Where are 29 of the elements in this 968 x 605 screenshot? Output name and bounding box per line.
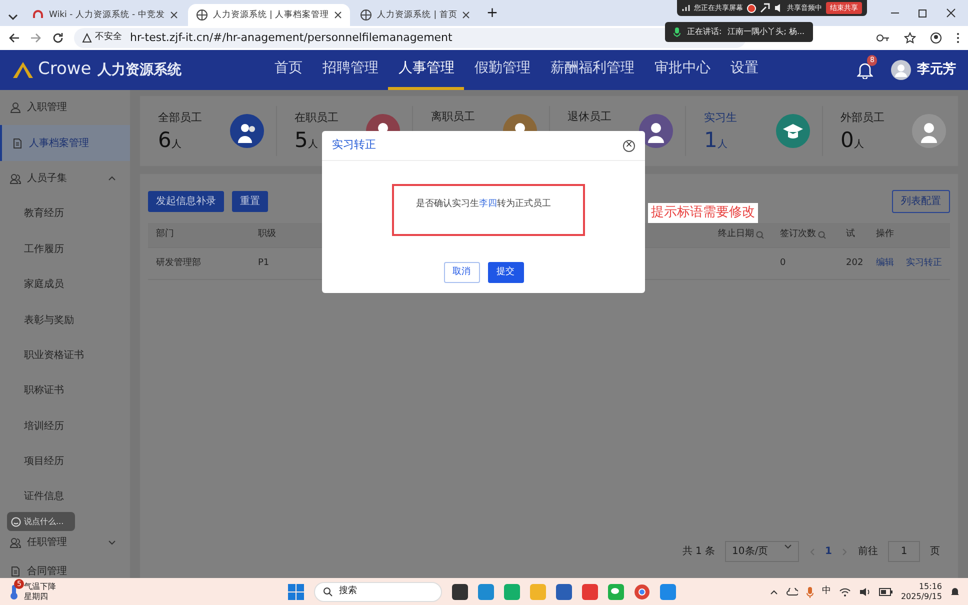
logo-text: Crowe	[38, 58, 92, 82]
dialog-title: 实习转正	[332, 137, 376, 154]
goto-label: 前往	[858, 544, 878, 559]
speaking-label: 正在讲话:	[687, 26, 722, 38]
column-header: 职级	[257, 228, 277, 242]
stat-label: 离职员工	[431, 108, 475, 125]
system-name: 人力资源系统	[97, 60, 182, 80]
stat-label: 退休员工	[568, 108, 612, 125]
total-count: 共 1 条	[682, 544, 716, 559]
column-header: 操作	[875, 228, 895, 242]
stat-label: 外部员工	[840, 110, 884, 126]
table-cell-text: 202	[845, 256, 864, 270]
stat-count: 5人	[294, 128, 318, 152]
column-header: 试	[845, 228, 856, 242]
column-header: 部门	[155, 228, 175, 242]
table-cell-text: 0	[779, 256, 787, 270]
stat-count: 0人	[840, 128, 864, 152]
stat-label: 全部员工	[158, 110, 202, 126]
stat-count: 6人	[158, 128, 182, 152]
stat-count: 1人	[704, 128, 728, 152]
table-cell-text: 研发管理部	[155, 256, 202, 270]
annotation-text: 提示标语需要修改	[648, 203, 758, 222]
stat-label: 在职员工	[294, 110, 338, 126]
stat-label: 实习生	[704, 110, 737, 126]
table-cell-text: P1	[257, 256, 270, 270]
column-header: 签订次数	[780, 228, 816, 242]
dialog-message: 是否确认实习生李四转为正式员工	[416, 198, 551, 210]
page-suffix: 页	[930, 545, 940, 559]
column-header: 终止日期	[718, 228, 754, 242]
